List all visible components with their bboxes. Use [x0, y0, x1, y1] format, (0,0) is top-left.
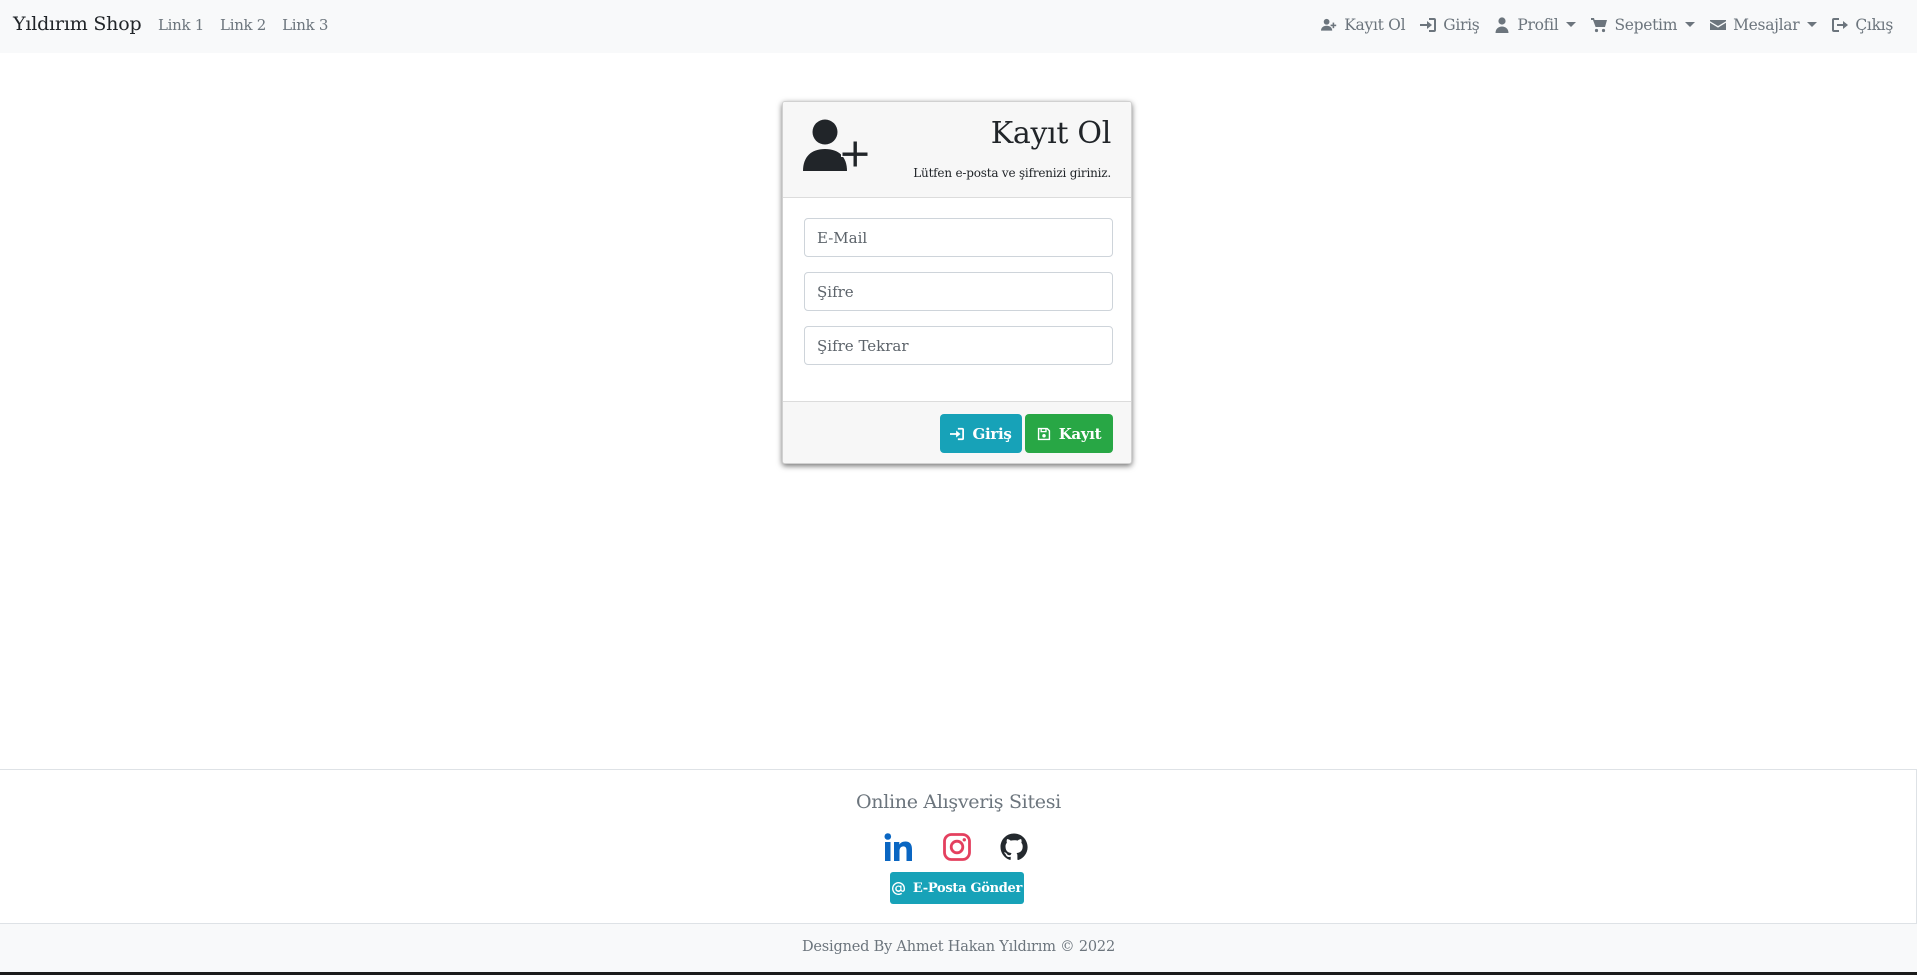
nav-link-1[interactable]: Link 1: [158, 16, 204, 34]
nav-links: Link 1 Link 2 Link 3: [158, 16, 344, 34]
card-footer: Giriş Kayıt: [783, 401, 1131, 463]
at-icon: [891, 881, 905, 895]
github-link[interactable]: [999, 832, 1029, 862]
nav-login[interactable]: Giriş: [1420, 16, 1480, 34]
card-body: [783, 198, 1131, 401]
register-button[interactable]: Kayıt: [1025, 414, 1113, 453]
nav-cart-dropdown[interactable]: Sepetim: [1591, 16, 1696, 34]
brand-link[interactable]: Yıldırım Shop: [13, 13, 142, 35]
nav-cart-label: Sepetim: [1614, 16, 1678, 34]
chevron-down-icon: [1566, 21, 1577, 27]
nav-logout[interactable]: Çıkış: [1832, 16, 1893, 34]
nav-register[interactable]: Kayıt Ol: [1321, 16, 1406, 34]
email-field[interactable]: [804, 218, 1113, 257]
send-email-button[interactable]: E-Posta Gönder: [890, 872, 1024, 904]
nav-register-label: Kayıt Ol: [1344, 16, 1406, 34]
nav-messages-dropdown[interactable]: Mesajlar: [1710, 16, 1818, 34]
card-title: Kayıt Ol: [990, 116, 1112, 151]
envelope-icon: [1710, 20, 1727, 30]
chevron-down-icon: [1685, 21, 1696, 27]
footer-title: Online Alışveriş Sitesi: [856, 791, 1061, 813]
send-email-label: E-Posta Gönder: [912, 880, 1023, 896]
sign-out-icon: [1832, 18, 1849, 32]
user-plus-icon: [803, 119, 869, 171]
password-field[interactable]: [804, 272, 1113, 311]
chevron-down-icon: [1807, 21, 1818, 27]
nav-login-label: Giriş: [1443, 16, 1480, 34]
login-button-label: Giriş: [972, 424, 1012, 443]
sign-in-icon: [950, 427, 965, 440]
linkedin-link[interactable]: [884, 832, 914, 862]
instagram-link[interactable]: [942, 832, 972, 862]
top-navbar: Yıldırım Shop Link 1 Link 2 Link 3 Kayıt…: [0, 0, 1917, 53]
nav-link-3[interactable]: Link 3: [282, 16, 328, 34]
linkedin-icon: [884, 833, 912, 861]
user-icon: [1495, 17, 1509, 33]
nav-link-2[interactable]: Link 2: [220, 16, 266, 34]
sign-in-icon: [1420, 18, 1437, 32]
github-icon: [1000, 833, 1028, 861]
user-plus-icon: [1321, 18, 1337, 31]
nav-right: Kayıt Ol Giriş Profil Sepetim Mesajlar Ç…: [1306, 16, 1893, 34]
nav-messages-label: Mesajlar: [1733, 16, 1800, 34]
password-repeat-field[interactable]: [804, 326, 1113, 365]
register-button-label: Kayıt: [1058, 424, 1102, 443]
nav-profile-label: Profil: [1517, 16, 1559, 34]
copyright-bar: Designed By Ahmet Hakan Yıldırım © 2022: [0, 923, 1917, 972]
card-subtitle: Lütfen e-posta ve şifrenizi giriniz.: [913, 166, 1111, 180]
page-footer: Online Alışveriş Sitesi E-Posta Gönder D…: [0, 769, 1917, 972]
card-header: Kayıt Ol Lütfen e-posta ve şifrenizi gir…: [783, 102, 1131, 198]
browser-viewport: Yıldırım Shop Link 1 Link 2 Link 3 Kayıt…: [0, 0, 1917, 972]
page: Yıldırım Shop Link 1 Link 2 Link 3 Kayıt…: [0, 0, 1917, 975]
instagram-icon: [943, 833, 971, 861]
copyright-text: Designed By Ahmet Hakan Yıldırım © 2022: [802, 939, 1115, 955]
social-links: [884, 832, 1029, 864]
floppy-disk-icon: [1037, 427, 1050, 440]
nav-logout-label: Çıkış: [1855, 16, 1893, 34]
login-button[interactable]: Giriş: [940, 414, 1022, 453]
nav-profile-dropdown[interactable]: Profil: [1494, 16, 1577, 34]
register-card: Kayıt Ol Lütfen e-posta ve şifrenizi gir…: [782, 101, 1132, 464]
shopping-cart-icon: [1591, 18, 1608, 33]
